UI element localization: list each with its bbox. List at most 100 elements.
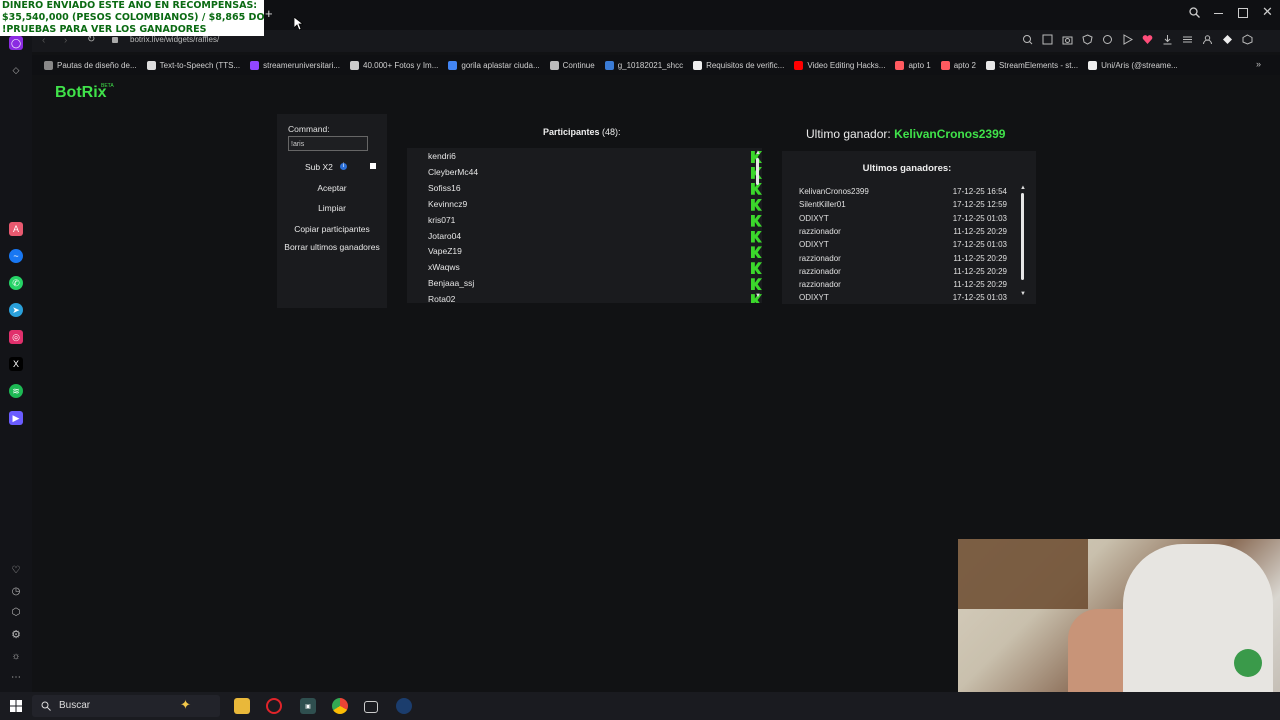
play-icon[interactable]: [1122, 34, 1133, 45]
bookmark-item[interactable]: apto 2: [940, 60, 976, 70]
clear-winners-button[interactable]: Borrar ultimos ganadores: [283, 242, 381, 252]
command-panel: Command: !aris Sub X2 i Aceptar Limpiar …: [277, 114, 387, 308]
lightbulb-icon[interactable]: ☼: [9, 649, 23, 663]
winner-name: ODIXYT: [799, 213, 829, 223]
url-field[interactable]: botrix.live/widgets/raffles/: [130, 35, 219, 44]
banner-line-1: DINERO ENVIADO ESTE AÑO EN RECOMPENSAS:: [2, 0, 258, 11]
scroll-up-arrow[interactable]: ▲: [755, 150, 761, 156]
participant-row: CleyberMc44: [428, 166, 762, 181]
menu-icon[interactable]: [1182, 34, 1193, 45]
player-icon[interactable]: ▶: [9, 411, 23, 425]
scroll-down-arrow[interactable]: ▼: [755, 293, 761, 299]
opera-icon[interactable]: ◯: [9, 36, 23, 50]
winners-list-title: Ultimos ganadores:: [862, 163, 952, 174]
bookmark-item[interactable]: Uni/Aris (@streame...: [1088, 60, 1178, 70]
winner-name: razzionador: [799, 253, 841, 263]
bookmark-favicon-icon: [1088, 60, 1098, 70]
winner-date: 17-12-25 16:54: [952, 187, 1007, 196]
winner-row: ODIXYT 17-12-25 01:03: [799, 293, 1007, 300]
pin-icon[interactable]: ◇: [9, 63, 23, 77]
cube-outline-icon[interactable]: ⬡: [9, 605, 23, 619]
shield-icon[interactable]: [1082, 34, 1093, 45]
participants-scrollbar[interactable]: ▲ ▼: [755, 150, 761, 302]
telegram-icon[interactable]: ➤: [9, 303, 23, 317]
chrome-taskbar-icon[interactable]: [332, 698, 348, 714]
bookmark-favicon-icon: [604, 60, 614, 70]
file-explorer-icon[interactable]: [234, 698, 250, 714]
accept-button[interactable]: Aceptar: [283, 183, 381, 193]
winners-scroll-thumb[interactable]: [1021, 193, 1024, 280]
minimize-button[interactable]: [1214, 13, 1223, 14]
sparkle-icon: ✦: [180, 697, 191, 712]
botrix-logo[interactable]: BotRix BETA: [55, 83, 114, 102]
bookmark-item[interactable]: Continue: [549, 60, 595, 70]
download-icon[interactable]: [1162, 34, 1173, 45]
bookmark-item[interactable]: Text-to-Speech (TTS...: [146, 60, 240, 70]
toolbar-icons: [1022, 34, 1253, 45]
taskbar-search[interactable]: Buscar ✦: [32, 695, 220, 717]
x-icon[interactable]: X: [9, 357, 23, 371]
winner-row: KelivanCronos2399 17-12-25 16:54: [799, 187, 1007, 199]
opera-taskbar-icon[interactable]: [266, 698, 282, 714]
bookmark-item[interactable]: apto 1: [895, 60, 931, 70]
winner-date: 17-12-25 01:03: [952, 213, 1007, 223]
command-input[interactable]: !aris: [288, 136, 368, 151]
bookmark-item[interactable]: Requisitos de verific...: [693, 60, 784, 70]
search-page-icon[interactable]: [1022, 34, 1033, 45]
sub-x2-checkbox[interactable]: [370, 163, 376, 169]
whatsapp-icon[interactable]: ✆: [9, 276, 23, 290]
bookmark-item[interactable]: g_10182021_shcc: [604, 60, 683, 70]
forward-icon[interactable]: ›: [64, 35, 67, 46]
history-icon[interactable]: ◷: [9, 584, 23, 598]
heart-outline-icon[interactable]: ♡: [9, 563, 23, 577]
camera-icon[interactable]: [1062, 34, 1073, 45]
copy-participants-button[interactable]: Copiar participantes: [283, 224, 381, 234]
start-icon[interactable]: [8, 698, 24, 714]
clear-button[interactable]: Limpiar: [283, 203, 381, 213]
rewards-banner: DINERO ENVIADO ESTE AÑO EN RECOMPENSAS: …: [0, 0, 264, 36]
steam-taskbar-icon[interactable]: [396, 698, 412, 714]
scroll-thumb[interactable]: [756, 158, 759, 185]
extensions-icon[interactable]: [1102, 34, 1113, 45]
bookmark-item[interactable]: 40.000+ Fotos y Im...: [350, 60, 439, 70]
bookmark-favicon-icon: [448, 60, 458, 70]
winner-date: 17-12-25 01:03: [952, 293, 1007, 300]
bookmark-item[interactable]: Video Editing Hacks...: [794, 60, 885, 70]
close-window-button[interactable]: ✕: [1262, 4, 1273, 20]
heart-icon[interactable]: [1142, 34, 1153, 45]
window-taskbar-icon[interactable]: [364, 701, 378, 713]
new-tab-button[interactable]: +: [265, 6, 273, 21]
settings-icon[interactable]: ⚙: [9, 627, 23, 641]
winner-row: ODIXYT 17-12-25 01:03: [799, 214, 1007, 226]
bookmark-item[interactable]: StreamElements - st...: [985, 60, 1078, 70]
app-taskbar-icon[interactable]: ▣: [300, 698, 316, 714]
more-icon[interactable]: ⋯: [9, 670, 23, 684]
winner-row: razzionador 11-12-25 20:29: [799, 280, 1007, 292]
messenger-icon[interactable]: ~: [9, 249, 23, 263]
winners-scroll-down-arrow[interactable]: ▼: [1020, 291, 1026, 297]
bookmark-favicon-icon: [250, 60, 260, 70]
profile-icon[interactable]: [1202, 34, 1213, 45]
cube-icon[interactable]: [1242, 34, 1253, 45]
edit-icon[interactable]: [1042, 34, 1053, 45]
bookmark-label: 40.000+ Fotos y Im...: [363, 60, 439, 70]
bookmark-item[interactable]: streameruniversitari...: [250, 60, 340, 70]
winners-scrollbar[interactable]: ▲ ▼: [1020, 185, 1026, 300]
back-icon[interactable]: ‹: [42, 35, 45, 46]
winners-scroll-up-arrow[interactable]: ▲: [1020, 185, 1026, 191]
participant-name: Kevinncz9: [428, 198, 468, 209]
spotify-icon[interactable]: ≋: [9, 384, 23, 398]
info-icon[interactable]: i: [340, 163, 347, 170]
bookmark-favicon-icon: [549, 60, 559, 70]
bookmark-item[interactable]: gorila aplastar ciuda...: [448, 60, 540, 70]
wallet-icon[interactable]: [1222, 34, 1233, 45]
webcam-badge: [1234, 649, 1262, 677]
bookmarks-more-icon[interactable]: »: [1256, 59, 1261, 69]
aria-icon[interactable]: A: [9, 222, 23, 236]
restore-button[interactable]: [1238, 8, 1248, 18]
instagram-icon[interactable]: ◎: [9, 330, 23, 344]
participant-name: xWaqws: [428, 262, 460, 273]
bookmark-item[interactable]: Pautas de diseño de...: [44, 60, 137, 70]
sub-x2-label: Sub X2: [305, 162, 333, 172]
search-tabs-icon[interactable]: [1189, 7, 1200, 18]
